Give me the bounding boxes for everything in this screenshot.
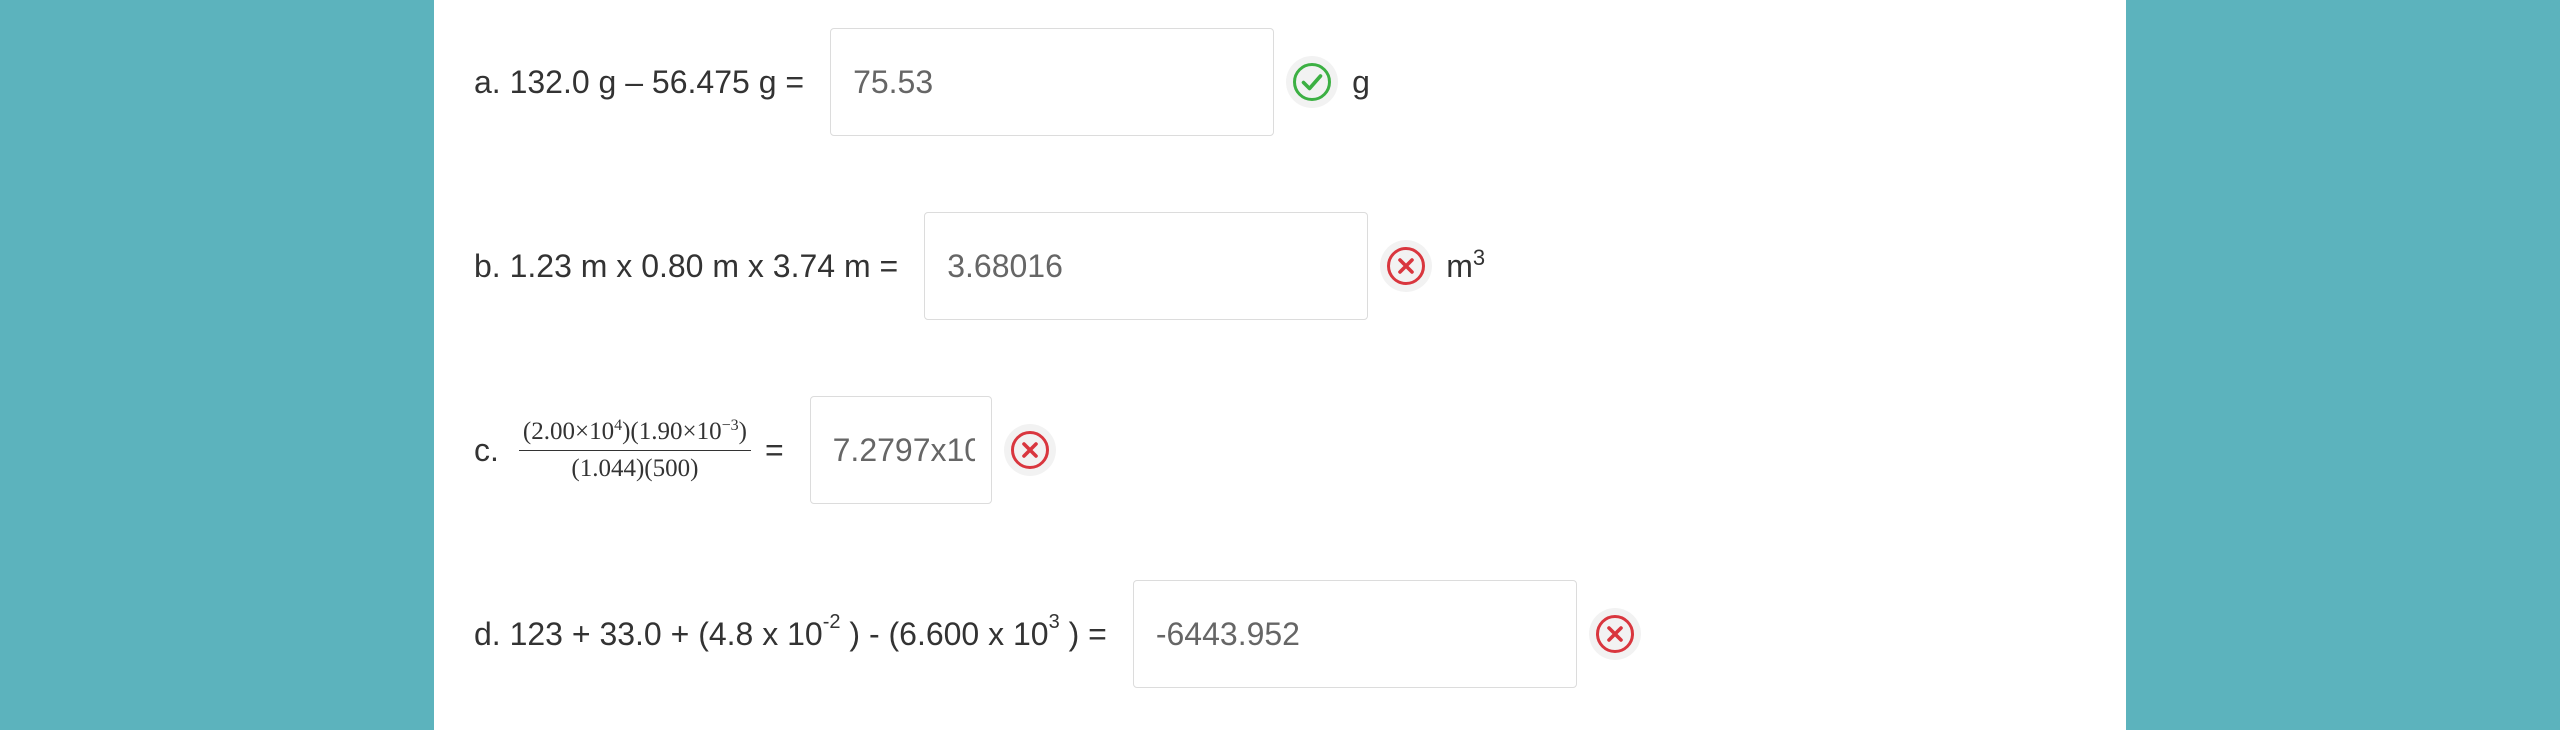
fraction: (2.00×104)(1.90×10−3) (1.044)(500): [518, 416, 751, 483]
unit-a: g: [1352, 63, 1370, 100]
question-d-row: d. 123 + 33.0 + (4.8 x 10 -2 ) - (6.600 x…: [474, 580, 1641, 688]
question-b-text: b. 1.23 m x 0.80 m x 3.74 m =: [474, 247, 899, 284]
x-circle-icon: [1010, 431, 1049, 469]
numerator-exponent: −3: [721, 416, 739, 434]
question-a-row: a. 132.0 g – 56.475 g = g: [474, 28, 1370, 136]
question-c-row: c. (2.00×104)(1.90×10−3) (1.044)(500) =: [474, 396, 1056, 504]
question-d-text: d. 123 + 33.0 + (4.8 x 10 -2 ) - (6.600 x…: [474, 611, 1107, 652]
question-d-part: ) - (6.600 x 10: [840, 615, 1049, 652]
question-d-part: d. 123 + 33.0 + (4.8 x 10: [474, 615, 823, 652]
numerator-exponent: 4: [614, 416, 623, 434]
question-c-label: c.: [474, 431, 499, 468]
question-d-part: ) =: [1059, 615, 1107, 652]
unit-b-exponent: 3: [1472, 244, 1486, 270]
answer-b-input[interactable]: [924, 212, 1369, 320]
fraction-denominator: (1.044)(500): [571, 454, 699, 482]
x-circle-icon: [1387, 247, 1426, 285]
incorrect-status: [1003, 424, 1056, 476]
incorrect-status: [1380, 240, 1433, 292]
question-a-text: a. 132.0 g – 56.475 g =: [474, 63, 805, 100]
incorrect-status: [1588, 608, 1641, 660]
answer-c-input[interactable]: [809, 396, 992, 504]
numerator-part: (2.00×10: [522, 417, 615, 445]
fraction-numerator: (2.00×104)(1.90×10−3): [518, 416, 751, 451]
equals-sign: =: [764, 431, 784, 468]
answer-d-input[interactable]: [1132, 580, 1577, 688]
numerator-part: ): [738, 417, 747, 445]
unit-b-base: m: [1446, 247, 1473, 284]
unit-b: m3: [1446, 244, 1486, 285]
question-b-row: b. 1.23 m x 0.80 m x 3.74 m = m3: [474, 212, 1485, 320]
x-circle-icon: [1595, 615, 1634, 653]
answer-a-input[interactable]: [830, 28, 1275, 136]
numerator-part: )(1.90×10: [622, 417, 722, 445]
correct-status: [1286, 56, 1339, 108]
check-circle-icon: [1293, 63, 1332, 101]
